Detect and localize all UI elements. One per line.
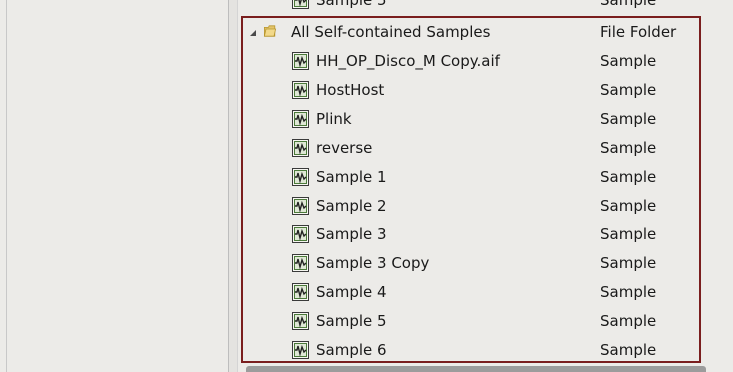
sample-type: Sample	[600, 254, 657, 273]
sample-name: Sample 6	[316, 341, 387, 359]
sample-file-icon	[292, 109, 309, 128]
sample-file-icon	[292, 312, 309, 331]
folder-name: All Self-contained Samples	[291, 23, 491, 41]
sample-file-icon	[292, 341, 309, 359]
tree-row-sample[interactable]: Plink Sample	[238, 105, 733, 133]
sample-type: Sample	[600, 52, 657, 70]
sample-file-icon	[292, 80, 309, 99]
tree-row-sample[interactable]: Sample 3 Copy Sample	[238, 249, 733, 277]
sample-name: HostHost	[316, 80, 385, 99]
sample-file-icon	[292, 283, 309, 302]
folder-type: File Folder	[600, 23, 677, 41]
tree-row-sample[interactable]: Sample 6 Sample	[238, 336, 733, 364]
sample-file-icon	[292, 196, 309, 215]
tree-row-sample[interactable]: Sample 1 Sample	[238, 163, 733, 191]
sample-file-icon	[292, 0, 309, 9]
sample-name: Sample 3 Copy	[316, 254, 430, 273]
sample-file-icon	[292, 225, 309, 244]
sample-type: Sample	[600, 167, 657, 186]
sample-file-icon	[292, 52, 309, 70]
tree-row-cut[interactable]: Sample 5 Sample	[238, 0, 733, 14]
sample-tree: Sample 5 Sample All Self-contained Sampl…	[238, 0, 733, 372]
tree-row-sample[interactable]: Sample 4 Sample	[238, 278, 733, 306]
sample-type: Sample	[600, 109, 657, 128]
tree-row-sample[interactable]: reverse Sample	[238, 134, 733, 162]
sample-file-icon	[292, 167, 309, 186]
tree-row-cut-name: Sample 5	[316, 0, 387, 9]
sample-type: Sample	[600, 283, 657, 302]
sample-type: Sample	[600, 312, 657, 331]
tree-row-cut-type: Sample	[600, 0, 657, 9]
sample-name: Sample 1	[316, 167, 387, 186]
folder-row[interactable]: All Self-contained Samples File Folder	[238, 18, 733, 46]
sample-name: Sample 3	[316, 225, 387, 244]
sample-name: Sample 5	[316, 312, 387, 331]
left-panel-edge	[6, 0, 7, 372]
sample-name: Sample 4	[316, 283, 387, 302]
sample-file-icon	[292, 254, 309, 273]
sample-type: Sample	[600, 138, 657, 157]
sample-type: Sample	[600, 80, 657, 99]
panel-splitter[interactable]	[229, 0, 238, 372]
sample-type: Sample	[600, 196, 657, 215]
sample-type: Sample	[600, 225, 657, 244]
left-panel	[0, 0, 229, 372]
sample-name: HH_OP_Disco_M Copy.aif	[316, 52, 500, 70]
folder-icon	[263, 25, 277, 37]
expanded-triangle-icon[interactable]	[249, 29, 257, 37]
sample-name: Plink	[316, 109, 352, 128]
sample-file-icon	[292, 138, 309, 157]
tree-row-sample[interactable]: HH_OP_Disco_M Copy.aif Sample	[238, 47, 733, 75]
sample-name: reverse	[316, 138, 373, 157]
tree-row-sample[interactable]: HostHost Sample	[238, 76, 733, 104]
horizontal-scrollbar[interactable]	[246, 366, 706, 372]
tree-row-sample[interactable]: Sample 2 Sample	[238, 192, 733, 220]
tree-row-sample[interactable]: Sample 3 Sample	[238, 220, 733, 248]
tree-row-sample[interactable]: Sample 5 Sample	[238, 307, 733, 335]
sample-name: Sample 2	[316, 196, 387, 215]
sample-type: Sample	[600, 341, 657, 359]
